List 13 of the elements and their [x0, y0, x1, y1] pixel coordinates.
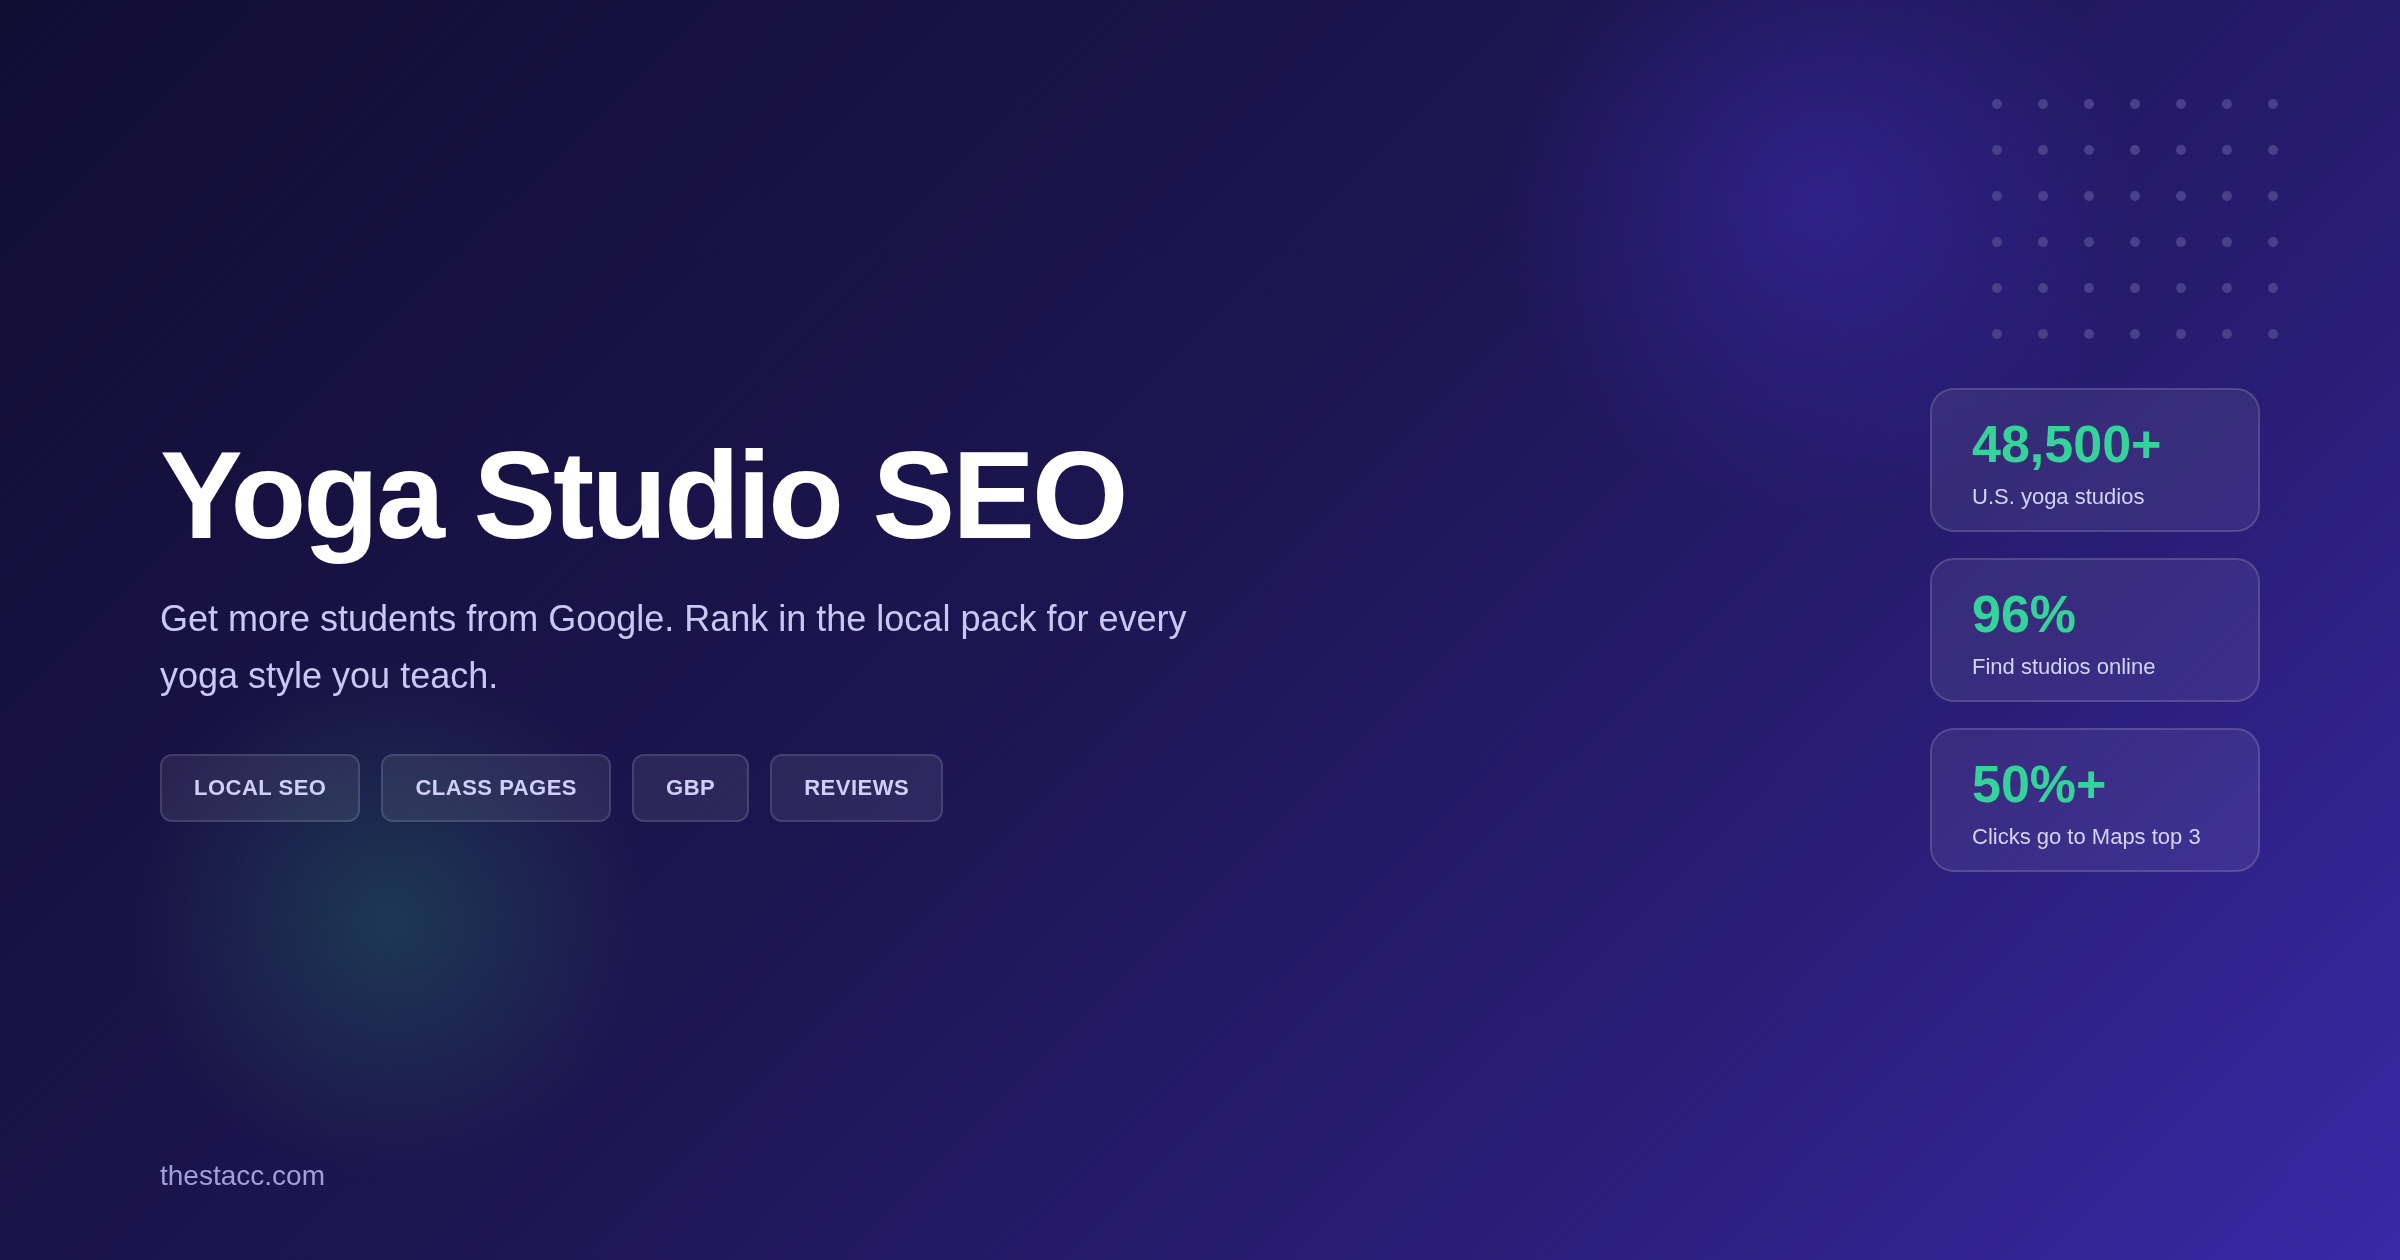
- stat-label: Clicks go to Maps top 3: [1972, 824, 2202, 850]
- tag: GBP: [632, 754, 750, 822]
- subtitle: Get more students from Google. Rank in the local pack for every yoga style you teach.: [160, 597, 1188, 698]
- headline: Yoga Studio SEO: [160, 425, 1127, 566]
- stat-label: U.S. yoga studios: [1972, 484, 2146, 510]
- tag: REVIEWS: [770, 754, 944, 822]
- stat-value: 50%+: [1972, 754, 2108, 814]
- stat-label: Find studios online: [1972, 654, 2157, 680]
- stat-value: 96%: [1972, 584, 2078, 644]
- tag: CLASS PAGES: [381, 754, 611, 822]
- site-url: thestacc.com: [160, 1160, 326, 1192]
- stat-value: 48,500+: [1972, 414, 2163, 474]
- tag: LOCAL SEO: [160, 754, 361, 822]
